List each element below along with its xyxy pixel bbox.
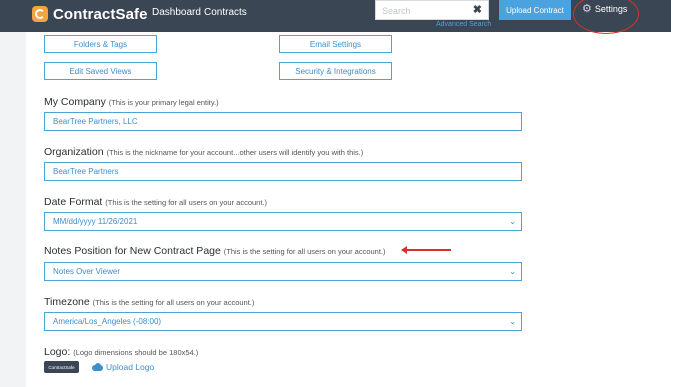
edit-saved-views-button[interactable]: Edit Saved Views bbox=[44, 62, 157, 80]
cloud-upload-icon bbox=[92, 363, 103, 371]
contractsafe-logo-icon bbox=[32, 6, 48, 22]
security-integrations-button[interactable]: Security & Integrations bbox=[279, 62, 392, 80]
logo-note: (Logo dimensions should be 180x54.) bbox=[73, 348, 199, 357]
date-format-note: (This is the setting for all users on yo… bbox=[105, 198, 268, 207]
current-logo-thumbnail: ContractSafe bbox=[44, 361, 79, 373]
notes-position-select[interactable]: Notes Over Viewer ⌄ bbox=[44, 262, 522, 281]
clear-search-icon[interactable]: ✖ bbox=[473, 3, 482, 17]
logo-label: Logo: (Logo dimensions should be 180x54.… bbox=[44, 346, 199, 358]
timezone-note: (This is the setting for all users on yo… bbox=[92, 298, 255, 307]
notes-position-label: Notes Position for New Contract Page (Th… bbox=[44, 245, 386, 257]
upload-logo-label: Upload Logo bbox=[106, 362, 155, 372]
annotation-arrow bbox=[401, 246, 451, 254]
chevron-down-icon: ⌄ bbox=[509, 317, 516, 326]
right-gutter bbox=[671, 0, 688, 387]
my-company-field[interactable]: BearTree Partners, LLC bbox=[44, 112, 522, 131]
organization-note: (This is the nickname for your account..… bbox=[106, 148, 364, 157]
advanced-search-link[interactable]: Advanced Search bbox=[436, 21, 491, 28]
timezone-label: Timezone (This is the setting for all us… bbox=[44, 296, 255, 308]
left-gutter bbox=[0, 32, 26, 387]
brand-name: ContractSafe bbox=[53, 5, 148, 23]
upload-logo-button[interactable]: Upload Logo bbox=[92, 362, 154, 372]
email-settings-button[interactable]: Email Settings bbox=[279, 35, 392, 53]
chevron-down-icon: ⌄ bbox=[509, 217, 516, 226]
notes-position-value: Notes Over Viewer bbox=[53, 267, 120, 276]
organization-value: BearTree Partners bbox=[53, 167, 119, 176]
my-company-note: (This is your primary legal entity.) bbox=[108, 98, 219, 107]
nav-dashboard[interactable]: Dashboard bbox=[152, 7, 201, 18]
upload-contract-button[interactable]: Upload Contract bbox=[499, 0, 571, 20]
timezone-select[interactable]: America/Los_Angeles (-08:00) ⌄ bbox=[44, 312, 522, 331]
settings-page: ContractSafe Dashboard Contracts ✖ Advan… bbox=[0, 0, 688, 387]
brand-logo[interactable]: ContractSafe bbox=[32, 4, 148, 24]
organization-field[interactable]: BearTree Partners bbox=[44, 162, 522, 181]
nav-contracts[interactable]: Contracts bbox=[204, 7, 247, 18]
date-format-select[interactable]: MM/dd/yyyy 11/26/2021 ⌄ bbox=[44, 212, 522, 231]
date-format-value: MM/dd/yyyy 11/26/2021 bbox=[53, 217, 138, 226]
date-format-label: Date Format (This is the setting for all… bbox=[44, 196, 268, 208]
organization-label: Organization (This is the nickname for y… bbox=[44, 146, 364, 158]
chevron-down-icon: ⌄ bbox=[509, 267, 516, 276]
search-input[interactable] bbox=[376, 2, 472, 20]
folders-tags-button[interactable]: Folders & Tags bbox=[44, 35, 157, 53]
timezone-value: America/Los_Angeles (-08:00) bbox=[53, 317, 162, 326]
search-field: ✖ bbox=[375, 0, 489, 20]
my-company-value: BearTree Partners, LLC bbox=[53, 117, 138, 126]
notes-position-note: (This is the setting for all users on yo… bbox=[223, 247, 386, 256]
my-company-label: My Company (This is your primary legal e… bbox=[44, 96, 219, 108]
